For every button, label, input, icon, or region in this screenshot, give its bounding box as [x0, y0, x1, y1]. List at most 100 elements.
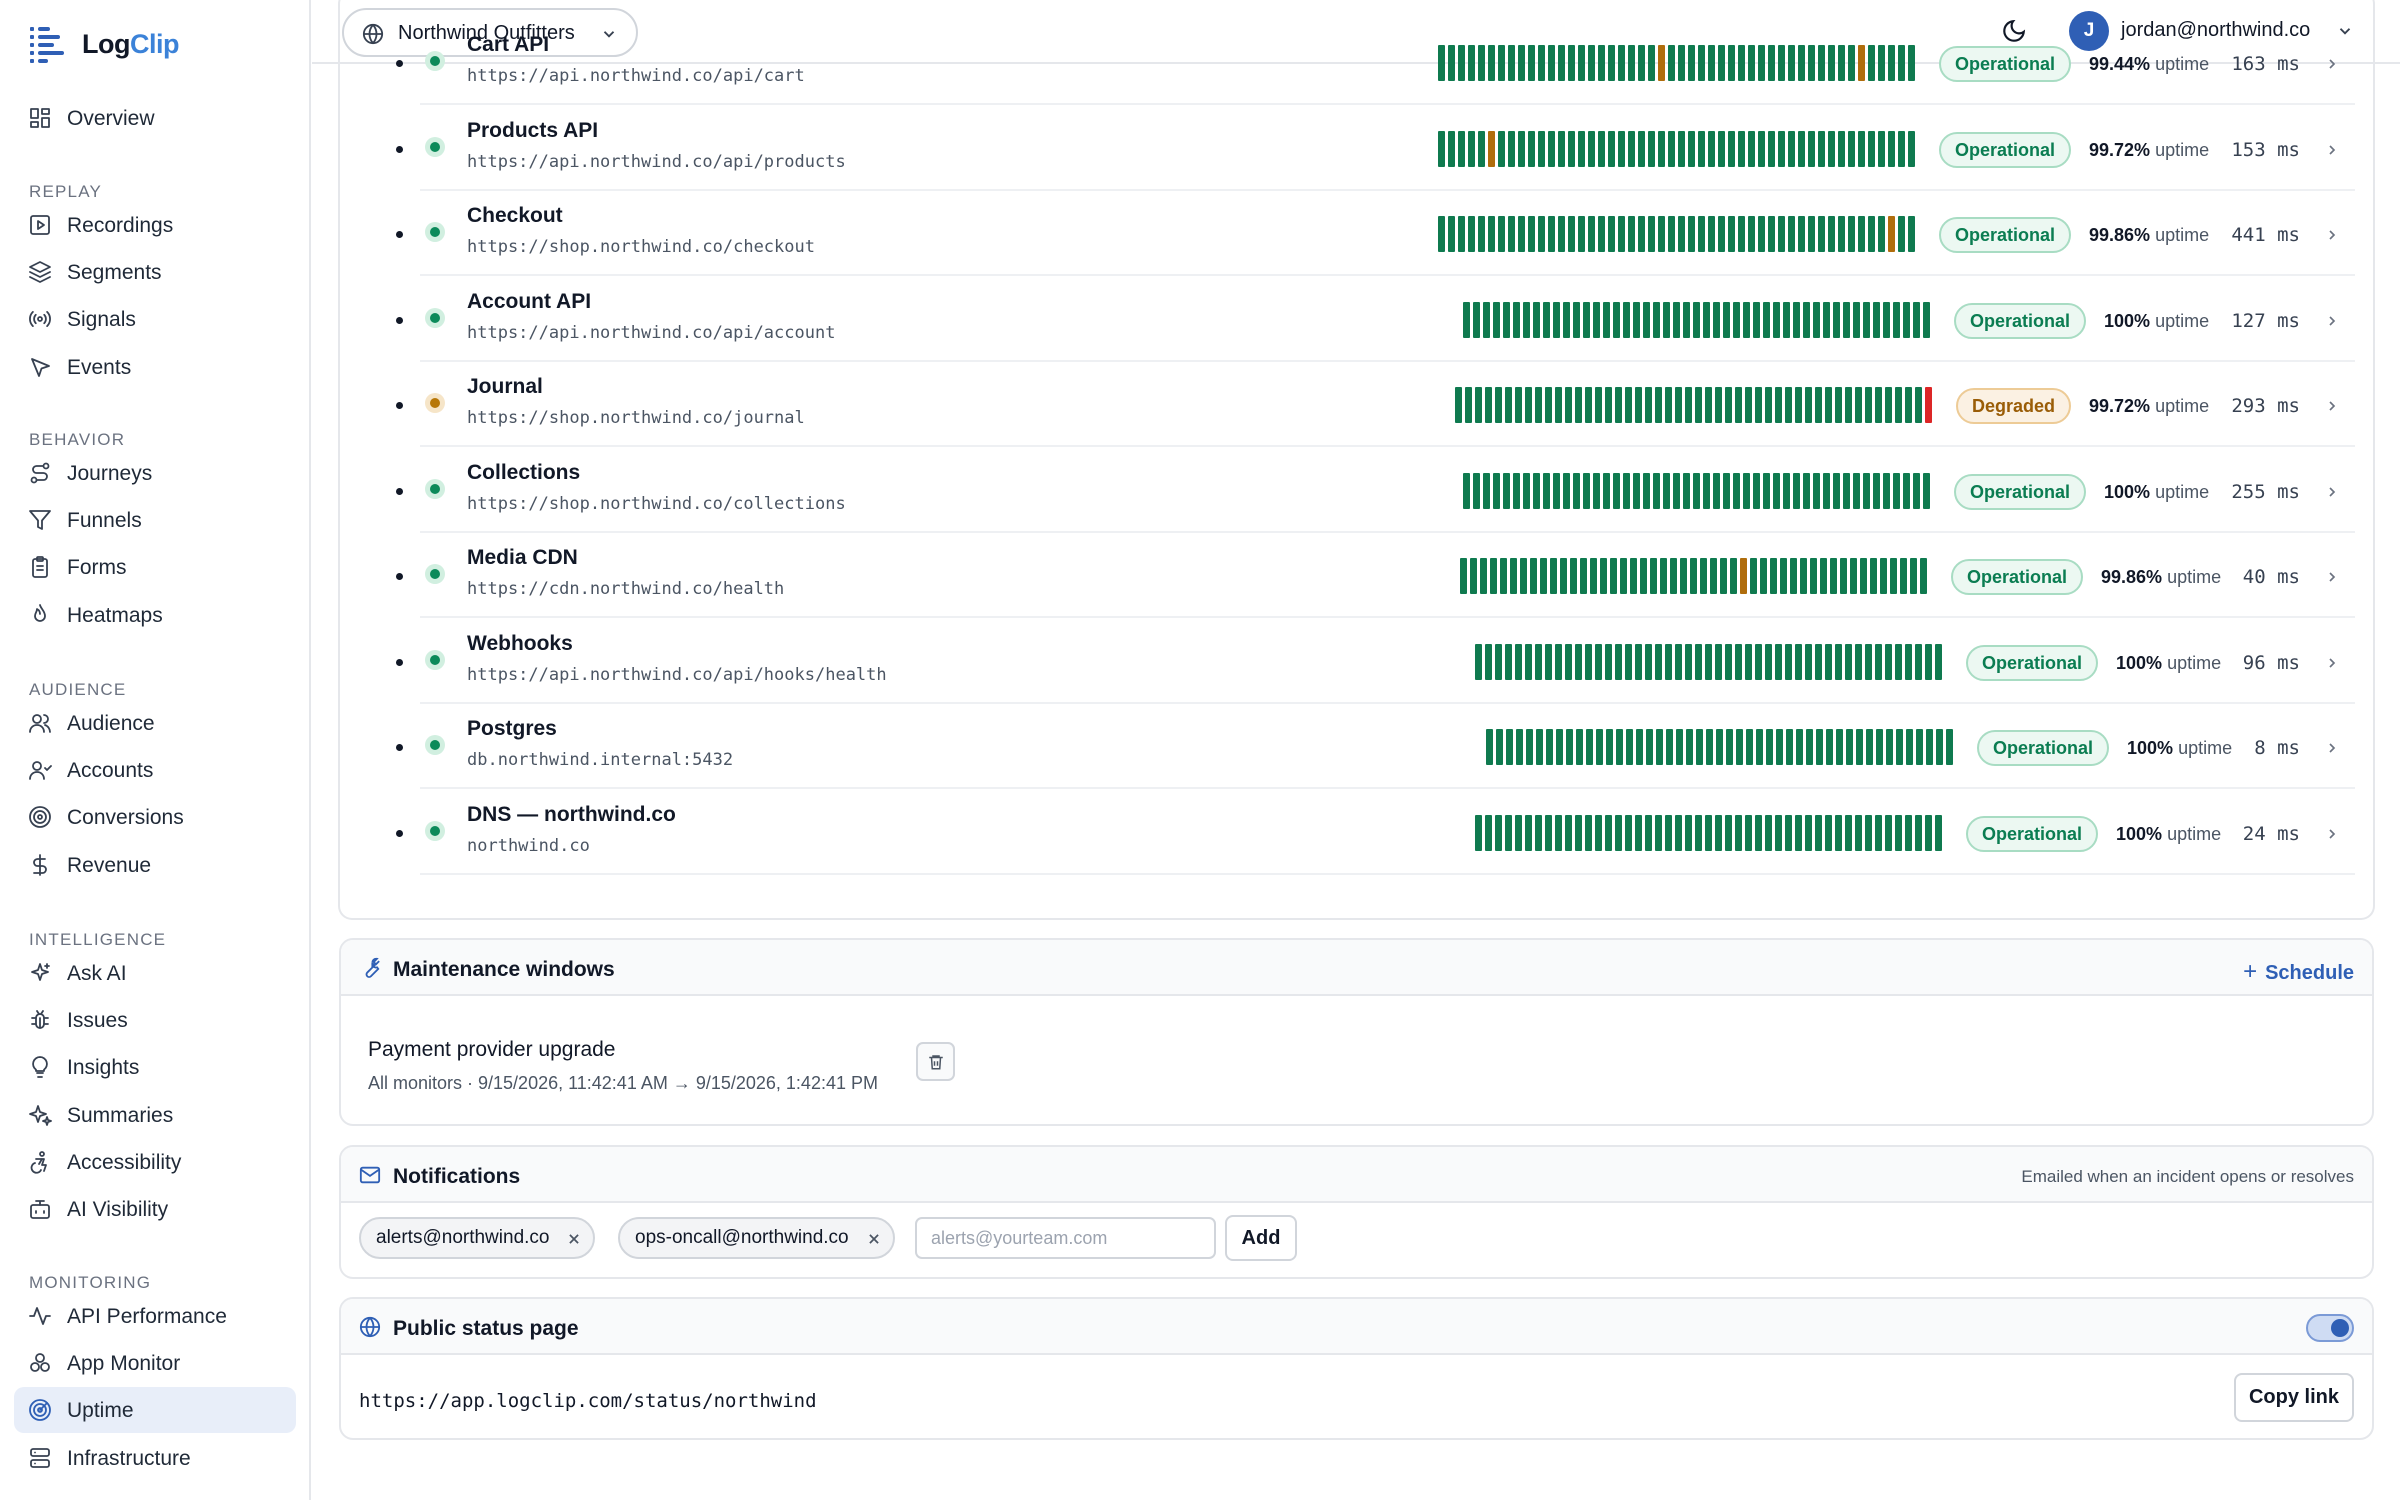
uptime-bar-segment[interactable]	[1648, 216, 1655, 252]
uptime-bar-segment[interactable]	[1510, 558, 1517, 594]
uptime-bar-segment[interactable]	[1655, 387, 1662, 423]
uptime-bar-segment[interactable]	[1868, 216, 1875, 252]
uptime-bar-segment[interactable]	[1825, 387, 1832, 423]
uptime-bar-segment[interactable]	[1803, 301, 1810, 338]
uptime-bar-segment[interactable]	[1458, 216, 1465, 252]
uptime-bar-segment[interactable]	[1833, 472, 1840, 509]
uptime-bar-segment[interactable]	[1570, 558, 1577, 594]
uptime-bar-segment[interactable]	[1768, 130, 1775, 167]
uptime-bar-segment[interactable]	[1905, 643, 1912, 680]
uptime-bar-segment[interactable]	[1915, 814, 1922, 851]
sidebar-item-infrastructure[interactable]: Infrastructure	[14, 1435, 296, 1481]
uptime-bar-segment[interactable]	[1840, 558, 1847, 594]
uptime-bar-segment[interactable]	[1528, 45, 1535, 81]
uptime-bar-segment[interactable]	[1695, 643, 1702, 680]
status-page-toggle[interactable]	[2306, 1314, 2354, 1342]
uptime-bar-segment[interactable]	[1773, 301, 1780, 338]
uptime-bar-segment[interactable]	[1873, 301, 1880, 338]
uptime-bar-segment[interactable]	[1470, 558, 1477, 594]
sidebar-item-signals[interactable]: Signals	[14, 296, 296, 342]
uptime-bar-segment[interactable]	[1618, 130, 1625, 167]
uptime-bar-segment[interactable]	[1898, 45, 1905, 81]
uptime-bar-segment[interactable]	[1595, 814, 1602, 851]
uptime-bar-segment[interactable]	[1885, 643, 1892, 680]
uptime-bar-segment[interactable]	[1575, 643, 1582, 680]
uptime-bar-segment[interactable]	[1835, 643, 1842, 680]
uptime-bar-segment[interactable]	[1913, 301, 1920, 338]
uptime-bar-segment[interactable]	[1538, 45, 1545, 81]
uptime-bar-segment[interactable]	[1715, 643, 1722, 680]
uptime-bar-segment[interactable]	[1505, 814, 1512, 851]
uptime-bar-segment[interactable]	[1648, 130, 1655, 167]
uptime-bar-segment[interactable]	[1805, 814, 1812, 851]
sidebar-item-accessibility[interactable]: Accessibility	[14, 1139, 296, 1185]
uptime-bar-segment[interactable]	[1715, 814, 1722, 851]
sidebar-item-recordings[interactable]: Recordings	[14, 202, 296, 248]
monitor-row[interactable]: DNS — northwind.co northwind.co Operationa…	[396, 790, 2355, 875]
uptime-bar-segment[interactable]	[1513, 301, 1520, 338]
uptime-bar-segment[interactable]	[1798, 216, 1805, 252]
uptime-bar-segment[interactable]	[1608, 45, 1615, 81]
uptime-bar-segment[interactable]	[1518, 45, 1525, 81]
uptime-bar-segment[interactable]	[1783, 472, 1790, 509]
uptime-bar-segment[interactable]	[1485, 814, 1492, 851]
uptime-bar-segment[interactable]	[1598, 45, 1605, 81]
uptime-bar-segment[interactable]	[1683, 301, 1690, 338]
uptime-bar-segment[interactable]	[1745, 643, 1752, 680]
uptime-bar-segment[interactable]	[1830, 558, 1837, 594]
uptime-bar-segment[interactable]	[1488, 45, 1495, 81]
uptime-bar-segment[interactable]	[1858, 45, 1865, 81]
sidebar-item-summaries[interactable]: Summaries	[14, 1092, 296, 1138]
uptime-bar-segment[interactable]	[1495, 387, 1502, 423]
uptime-bar-segment[interactable]	[1880, 558, 1887, 594]
uptime-bar-segment[interactable]	[1858, 130, 1865, 167]
uptime-bar-segment[interactable]	[1818, 216, 1825, 252]
uptime-bar-segment[interactable]	[1888, 45, 1895, 81]
uptime-bar-segment[interactable]	[1603, 472, 1610, 509]
uptime-bar-segment[interactable]	[1755, 643, 1762, 680]
uptime-bar-segment[interactable]	[1633, 301, 1640, 338]
uptime-bar-segment[interactable]	[1850, 558, 1857, 594]
uptime-bar-segment[interactable]	[1703, 301, 1710, 338]
uptime-bar-segment[interactable]	[1883, 301, 1890, 338]
uptime-bar-segment[interactable]	[1823, 472, 1830, 509]
uptime-bar-segment[interactable]	[1566, 729, 1573, 765]
uptime-bar-segment[interactable]	[1723, 472, 1730, 509]
uptime-bar-segment[interactable]	[1448, 130, 1455, 167]
uptime-bar-segment[interactable]	[1868, 130, 1875, 167]
uptime-bar-segment[interactable]	[1598, 130, 1605, 167]
uptime-bar-segment[interactable]	[1768, 216, 1775, 252]
uptime-bar-segment[interactable]	[1795, 814, 1802, 851]
uptime-bar-segment[interactable]	[1708, 130, 1715, 167]
uptime-bar-segment[interactable]	[1763, 472, 1770, 509]
uptime-bar-segment[interactable]	[1866, 729, 1873, 765]
uptime-bar-segment[interactable]	[1798, 130, 1805, 167]
uptime-bar-segment[interactable]	[1508, 130, 1515, 167]
uptime-bar-segment[interactable]	[1505, 387, 1512, 423]
uptime-bar-segment[interactable]	[1478, 45, 1485, 81]
uptime-bar-segment[interactable]	[1438, 45, 1445, 81]
uptime-bar-segment[interactable]	[1725, 387, 1732, 423]
uptime-bar-segment[interactable]	[1525, 643, 1532, 680]
uptime-bar-segment[interactable]	[1896, 729, 1903, 765]
logo[interactable]: LogClip	[28, 24, 179, 64]
uptime-bar-segment[interactable]	[1873, 472, 1880, 509]
uptime-bar-segment[interactable]	[1855, 643, 1862, 680]
uptime-bar-segment[interactable]	[1628, 216, 1635, 252]
uptime-bar-segment[interactable]	[1678, 45, 1685, 81]
chevron-right-icon[interactable]	[2324, 142, 2340, 158]
uptime-bar-segment[interactable]	[1560, 558, 1567, 594]
uptime-bar-segment[interactable]	[1875, 814, 1882, 851]
uptime-bar-segment[interactable]	[1856, 729, 1863, 765]
uptime-bar-segment[interactable]	[1745, 387, 1752, 423]
uptime-bar-segment[interactable]	[1735, 643, 1742, 680]
uptime-bar-segment[interactable]	[1885, 387, 1892, 423]
uptime-bar-segment[interactable]	[1708, 45, 1715, 81]
uptime-bar-segment[interactable]	[1778, 216, 1785, 252]
uptime-bar-segment[interactable]	[1623, 472, 1630, 509]
uptime-bar-segment[interactable]	[1816, 729, 1823, 765]
uptime-bar-segment[interactable]	[1923, 472, 1930, 509]
uptime-bar-segment[interactable]	[1596, 729, 1603, 765]
uptime-bar-segment[interactable]	[1583, 472, 1590, 509]
uptime-bar-segment[interactable]	[1665, 814, 1672, 851]
